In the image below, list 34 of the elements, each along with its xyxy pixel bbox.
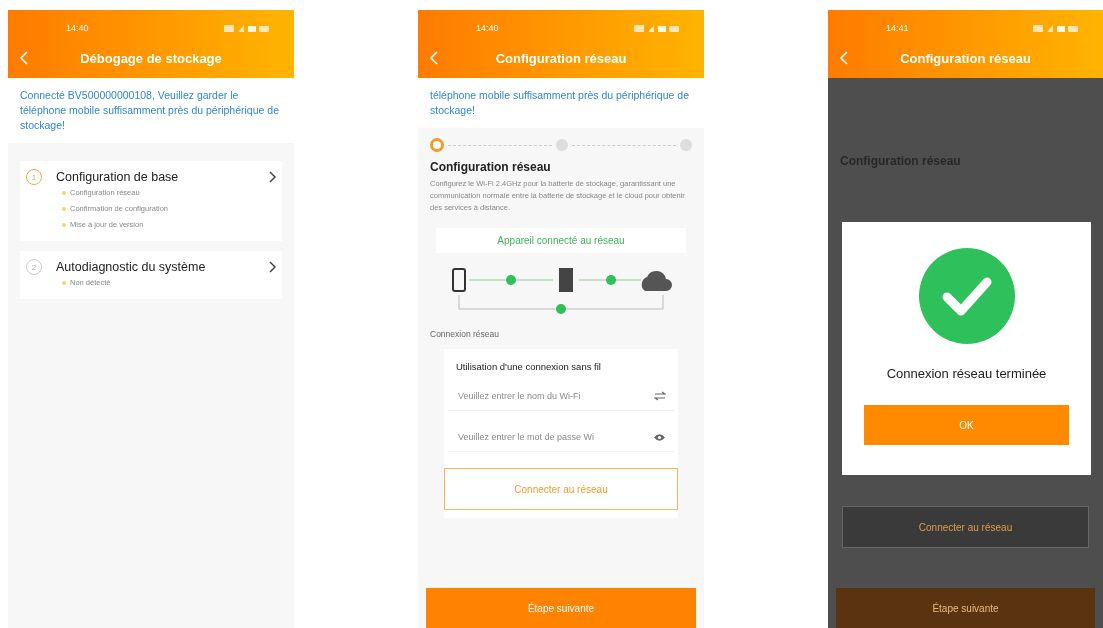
card-title: Utilisation d'une connexion sans fil <box>455 360 602 374</box>
back-icon[interactable] <box>430 51 438 65</box>
swap-icon[interactable] <box>654 391 666 401</box>
chevron-icon <box>269 261 276 273</box>
dot-icon <box>62 223 66 227</box>
eye-icon[interactable] <box>653 432 666 442</box>
dot-icon <box>62 281 66 285</box>
back-icon[interactable] <box>20 51 28 65</box>
wifi-name-field[interactable]: Veuillez entrer le nom du Wi-Fi <box>456 390 654 402</box>
dot-icon <box>62 207 66 211</box>
connection-notice: Connecté BV500000000108, Veuillez garder le téléphone mobile suffisamment près du périphérique de stockage! <box>8 78 294 143</box>
screen-title: Débogage de stockage <box>79 50 223 66</box>
section-heading: Configuration réseau <box>429 159 552 176</box>
dialog-message: Connexion réseau terminée <box>886 366 1047 381</box>
item-title: Configuration de base <box>56 170 180 184</box>
password-field[interactable]: Veuillez entrer le mot de passe Wi <box>456 431 653 443</box>
back-icon[interactable] <box>840 51 848 65</box>
status-icons <box>1033 23 1079 33</box>
status-time: 14:40 <box>66 23 89 33</box>
success-check-icon <box>918 248 1015 344</box>
status-time: 14:41 <box>886 23 909 33</box>
chevron-icon <box>269 171 276 183</box>
status-icons <box>224 23 270 33</box>
network-status-banner: Appareil connecté au réseau <box>436 228 686 253</box>
section-label: Connexion réseau <box>429 328 500 341</box>
status-icons <box>634 23 680 33</box>
item-title: Autodiagnostic du système <box>56 260 207 274</box>
connect-button[interactable]: Connecter au réseau <box>842 506 1089 548</box>
next-step-button[interactable]: Étape suivante <box>836 588 1095 628</box>
status-time: 14:40 <box>476 23 499 33</box>
screen-title: Configuration réseau <box>899 50 1032 66</box>
screen-title: Configuration réseau <box>494 50 628 66</box>
connection-notice: téléphone mobile suffisamment près du périphérique de stockage! <box>418 78 704 128</box>
dot-icon <box>62 191 66 195</box>
